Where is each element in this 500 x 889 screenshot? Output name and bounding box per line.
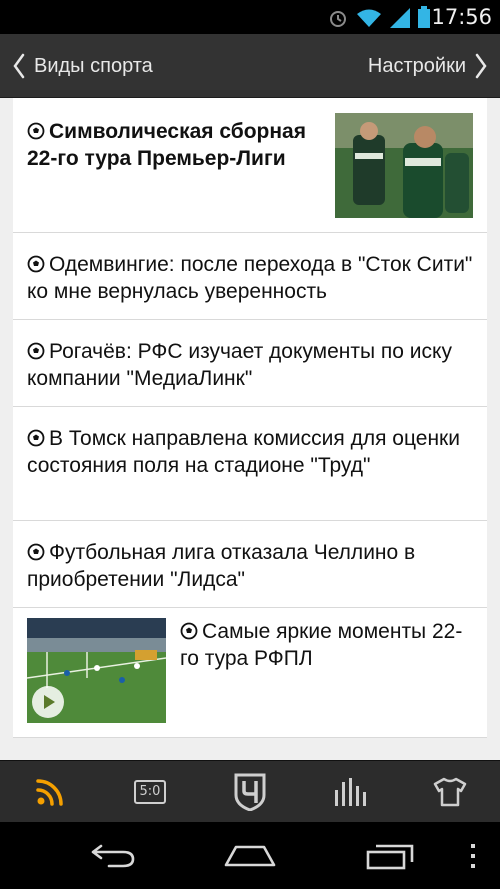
news-thumbnail: [335, 113, 473, 218]
tab-teams[interactable]: [400, 761, 500, 822]
wifi-icon: [357, 9, 381, 27]
recents-icon: [366, 844, 414, 869]
chevron-right-icon: [475, 53, 487, 79]
news-title: Самые яркие моменты 22-го тура РФПЛ: [180, 620, 463, 670]
soccer-ball-icon: [27, 543, 45, 561]
back-button[interactable]: Виды спорта: [12, 34, 153, 98]
news-item[interactable]: В Томск направлена комиссия для оценки с…: [13, 407, 487, 521]
scoreboard-label: 5:0: [139, 784, 161, 799]
settings-label: Настройки: [367, 54, 466, 77]
play-icon: [44, 695, 55, 709]
news-item-video[interactable]: Самые яркие моменты 22-го тура РФПЛ: [13, 608, 487, 738]
news-item[interactable]: Рогачёв: РФС изучает документы по иску к…: [13, 320, 487, 407]
bar-chart-icon: [335, 777, 366, 806]
status-time: 17:56: [431, 5, 492, 29]
news-item[interactable]: Символическая сборная 22-го тура Премьер…: [13, 98, 487, 233]
video-thumbnail: [26, 618, 167, 723]
nav-back-button[interactable]: [78, 822, 148, 889]
overflow-menu-button[interactable]: [458, 822, 488, 889]
news-item[interactable]: Одемвингие: после перехода в "Сток Сити"…: [13, 233, 487, 320]
nav-home-button[interactable]: [215, 822, 285, 889]
championat-logo-icon: [234, 773, 266, 811]
system-nav-bar: [0, 822, 500, 889]
tab-scores[interactable]: 5:0: [100, 761, 200, 822]
rss-icon: [36, 778, 63, 806]
status-bar: 17:56: [0, 0, 500, 34]
news-title: Футбольная лига отказала Челлино в приоб…: [27, 541, 416, 591]
soccer-ball-icon: [27, 122, 45, 140]
news-title: В Томск направлена комиссия для оценки с…: [27, 427, 460, 477]
news-title: Символическая сборная 22-го тура Премьер…: [27, 120, 306, 170]
battery-icon: [418, 6, 430, 28]
news-title: Одемвингие: после перехода в "Сток Сити"…: [27, 253, 473, 303]
settings-button[interactable]: Настройки: [368, 34, 488, 98]
play-button[interactable]: [32, 686, 64, 718]
soccer-ball-icon: [27, 255, 45, 273]
soccer-ball-icon: [180, 622, 198, 640]
news-list: Символическая сборная 22-го тура Премьер…: [13, 98, 487, 738]
news-feed[interactable]: Символическая сборная 22-го тура Премьер…: [0, 98, 500, 760]
tab-stats[interactable]: [300, 761, 400, 822]
signal-icon: [390, 8, 410, 28]
soccer-ball-icon: [27, 342, 45, 360]
status-icons: [328, 6, 430, 28]
overflow-menu-icon: [471, 843, 475, 868]
news-item[interactable]: Футбольная лига отказала Челлино в приоб…: [13, 521, 487, 608]
soccer-ball-icon: [27, 429, 45, 447]
home-icon: [224, 845, 276, 866]
jersey-icon: [433, 777, 467, 806]
app-header: Виды спорта Настройки: [0, 34, 500, 98]
back-arrow-icon: [91, 844, 135, 867]
news-title: Рогачёв: РФС изучает документы по иску к…: [27, 340, 452, 390]
tab-news-feed[interactable]: [0, 761, 100, 822]
back-label: Виды спорта: [34, 54, 153, 77]
bottom-tab-bar: 5:0: [0, 760, 500, 822]
alarm-icon: [330, 11, 346, 27]
nav-recents-button[interactable]: [355, 822, 425, 889]
scoreboard-icon: 5:0: [134, 779, 166, 804]
chevron-left-icon: [13, 53, 25, 79]
tab-championat[interactable]: [200, 761, 300, 822]
